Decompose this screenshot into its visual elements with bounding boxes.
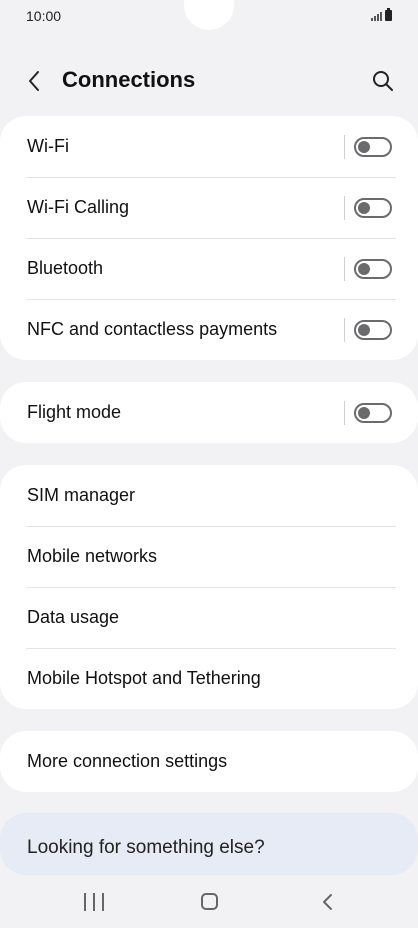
battery-icon <box>385 8 392 21</box>
network-settings-group: SIM manager Mobile networks Data usage M… <box>0 465 418 709</box>
row-divider <box>344 256 345 281</box>
home-icon[interactable] <box>201 893 218 910</box>
toggle-knob <box>358 262 370 275</box>
flight-mode-group: Flight mode <box>0 382 418 443</box>
status-bar: 10:00 <box>0 0 418 32</box>
row-label: Data usage <box>27 607 120 627</box>
toggle-knob <box>358 140 370 153</box>
row-label: Wi-Fi Calling <box>27 197 130 217</box>
row-label: Mobile Hotspot and Tethering <box>27 668 261 688</box>
row-divider <box>344 195 345 220</box>
status-time: 10:00 <box>26 8 62 24</box>
search-icon <box>373 71 393 91</box>
back-button[interactable] <box>20 66 48 96</box>
recents-icon[interactable] <box>84 893 104 913</box>
row-label: Wi-Fi <box>27 136 69 156</box>
bluetooth-toggle[interactable] <box>354 258 392 279</box>
bluetooth-row[interactable]: Bluetooth <box>0 238 418 299</box>
status-icons <box>371 8 392 21</box>
suggestion-card[interactable]: Looking for something else? <box>0 813 418 875</box>
row-divider <box>344 400 345 425</box>
row-label: SIM manager <box>27 485 136 505</box>
toggle-knob <box>358 406 370 419</box>
flight-mode-toggle[interactable] <box>354 402 392 423</box>
row-label: Flight mode <box>27 402 122 422</box>
camera-notch <box>184 0 234 30</box>
flight-mode-row[interactable]: Flight mode <box>0 382 418 443</box>
suggestion-text: Looking for something else? <box>27 837 265 858</box>
more-settings-group: More connection settings <box>0 731 418 792</box>
mobile-networks-row[interactable]: Mobile networks <box>0 526 418 587</box>
page-title: Connections <box>62 67 196 92</box>
nfc-toggle[interactable] <box>354 319 392 340</box>
row-label: More connection settings <box>27 751 228 771</box>
nfc-row[interactable]: NFC and contactless payments <box>0 299 418 360</box>
toggle-knob <box>358 323 370 336</box>
wifi-toggle[interactable] <box>354 136 392 157</box>
search-button[interactable] <box>370 68 396 94</box>
toggle-knob <box>358 201 370 214</box>
row-label: NFC and contactless payments <box>27 319 278 339</box>
signal-icon <box>371 11 382 21</box>
row-divider <box>344 317 345 342</box>
wifi-calling-row[interactable]: Wi-Fi Calling <box>0 177 418 238</box>
back-icon[interactable] <box>318 892 338 912</box>
hotspot-tethering-row[interactable]: Mobile Hotspot and Tethering <box>0 648 418 709</box>
data-usage-row[interactable]: Data usage <box>0 587 418 648</box>
row-label: Bluetooth <box>27 258 104 278</box>
chevron-left-icon <box>29 71 39 91</box>
row-label: Mobile networks <box>27 546 158 566</box>
row-divider <box>344 134 345 159</box>
more-connection-settings-row[interactable]: More connection settings <box>0 731 418 792</box>
app-header: Connections <box>0 58 418 104</box>
wifi-calling-toggle[interactable] <box>354 197 392 218</box>
connections-toggle-group: Wi-Fi Wi-Fi Calling Bluetooth NFC and co… <box>0 116 418 360</box>
navigation-bar <box>0 876 418 928</box>
sim-manager-row[interactable]: SIM manager <box>0 465 418 526</box>
wifi-row[interactable]: Wi-Fi <box>0 116 418 177</box>
